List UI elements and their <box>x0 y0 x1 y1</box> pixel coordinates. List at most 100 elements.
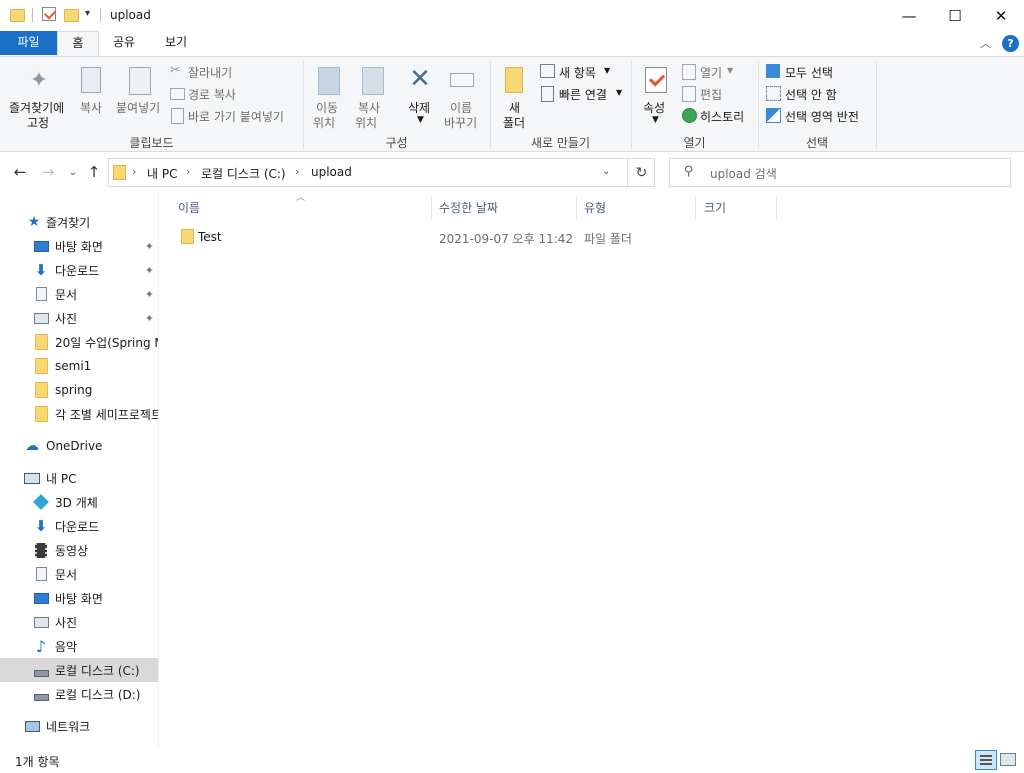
document-icon <box>33 566 49 582</box>
copy-path-button[interactable]: 경로 복사 <box>170 85 290 103</box>
breadcrumb-this-pc[interactable]: 내 PC <box>147 165 177 182</box>
column-header-name[interactable]: 이름 <box>178 196 428 220</box>
sidebar-item-quick-access[interactable]: ★ 즐겨찾기 <box>0 210 158 234</box>
collapse-ribbon-icon[interactable]: ︿ <box>980 35 991 51</box>
sidebar-item-documents[interactable]: 문서 ✦ <box>0 282 158 306</box>
delete-button[interactable]: ✕ 삭제 ▼ <box>400 63 440 131</box>
sidebar-item-videos[interactable]: 동영상 <box>0 538 158 562</box>
sidebar-item-documents[interactable]: 문서 <box>0 562 158 586</box>
new-folder-quick-icon[interactable] <box>64 9 79 22</box>
maximize-button[interactable]: ☐ <box>932 0 978 31</box>
sidebar-item-onedrive[interactable]: ☁ OneDrive <box>0 434 158 458</box>
file-row[interactable]: Test 2021-09-07 오후 11:42 파일 폴더 <box>170 226 780 248</box>
column-divider[interactable] <box>576 196 577 220</box>
sidebar-item-downloads[interactable]: ⬇ 다운로드 ✦ <box>0 258 158 282</box>
copy-to-button[interactable]: 복사 위치 <box>350 63 392 131</box>
sidebar-item-3d-objects[interactable]: 3D 개체 <box>0 490 158 514</box>
sidebar-item-local-disk-c[interactable]: 로컬 디스크 (C:) <box>0 658 158 682</box>
select-none-icon <box>766 86 781 101</box>
folder-icon <box>10 9 25 22</box>
sidebar-item-music[interactable]: ♪ 음악 <box>0 634 158 658</box>
copy-to-icon <box>362 67 384 95</box>
edit-label: 편집 <box>700 88 723 102</box>
select-none-button[interactable]: 선택 안 함 <box>766 85 870 103</box>
back-arrow-icon[interactable]: ← <box>9 152 31 192</box>
move-to-button[interactable]: 이동 위치 <box>308 63 346 131</box>
help-icon[interactable]: ? <box>1002 35 1019 52</box>
new-folder-icon <box>505 67 523 93</box>
search-field[interactable]: ⚲ upload 검색 <box>669 158 1011 187</box>
rename-button[interactable]: 이름 바꾸기 <box>442 63 482 131</box>
edit-button[interactable]: 편집 <box>682 85 752 103</box>
drive-icon <box>33 662 49 678</box>
edit-icon <box>682 86 696 102</box>
open-label: 열기 <box>700 66 723 80</box>
sidebar-item-label: 네트워크 <box>46 719 91 734</box>
folder-icon <box>33 382 49 398</box>
new-item-button[interactable]: 새 항목 ▼ <box>540 63 626 81</box>
large-icons-view-icon[interactable] <box>1000 753 1016 766</box>
sidebar-item-pictures[interactable]: 사진 ✦ <box>0 306 158 330</box>
easy-access-button[interactable]: 빠른 연결 ▼ <box>540 85 626 103</box>
sidebar-item-folder[interactable]: spring <box>0 378 158 402</box>
column-header-modified[interactable]: 수정한 날짜 <box>439 196 569 220</box>
clipboard-icon <box>129 67 151 95</box>
rename-label-2: 바꾸기 <box>444 116 478 130</box>
sidebar-item-label: 바탕 화면 <box>55 591 103 606</box>
chevron-down-icon: ▼ <box>616 88 623 97</box>
column-header-type[interactable]: 유형 <box>584 196 684 220</box>
tab-home[interactable]: 홈 <box>57 31 99 56</box>
up-arrow-icon[interactable]: ↑ <box>83 152 105 192</box>
sidebar-item-pictures[interactable]: 사진 <box>0 610 158 634</box>
copy-button[interactable]: 복사 <box>76 63 110 131</box>
sidebar-item-label: 로컬 디스크 (C:) <box>55 663 140 678</box>
sidebar-item-folder[interactable]: 20일 수업(Spring MVC) <box>0 330 158 354</box>
sidebar-item-desktop[interactable]: 바탕 화면 <box>0 586 158 610</box>
column-header-size[interactable]: 크기 <box>704 196 774 220</box>
details-view-icon[interactable] <box>975 750 997 770</box>
tab-share[interactable]: 공유 <box>100 31 148 55</box>
sidebar-item-desktop[interactable]: 바탕 화면 ✦ <box>0 234 158 258</box>
refresh-icon[interactable]: ↻ <box>627 158 655 187</box>
forward-arrow-icon[interactable]: → <box>37 152 59 192</box>
address-history-icon[interactable]: ⌄ <box>602 166 610 177</box>
sidebar-item-label: 문서 <box>55 287 78 302</box>
address-bar[interactable]: › 내 PC › 로컬 디스크 (C:) › upload ⌄ <box>108 158 655 187</box>
properties-label: 속성 <box>643 101 666 115</box>
sidebar-item-folder[interactable]: 각 조별 세미프로젝트 <box>0 402 158 426</box>
drive-icon <box>33 686 49 702</box>
pin-to-quick-access-button[interactable]: ✦ 즐겨찾기에 고정 <box>6 63 72 131</box>
tab-view[interactable]: 보기 <box>152 31 200 55</box>
sidebar-item-this-pc[interactable]: 내 PC <box>0 466 158 490</box>
select-all-button[interactable]: 모두 선택 <box>766 63 870 81</box>
open-button[interactable]: 열기 ▼ <box>682 63 752 81</box>
tab-file[interactable]: 파일 <box>0 31 57 55</box>
column-divider[interactable] <box>431 196 432 220</box>
new-folder-button[interactable]: 새 폴더 <box>496 63 532 131</box>
sidebar-item-network[interactable]: 네트워크 <box>0 714 158 738</box>
column-divider[interactable] <box>776 196 777 220</box>
recent-locations-icon[interactable]: ⌄ <box>62 152 84 192</box>
properties-button[interactable]: 속성 ▼ <box>638 63 674 131</box>
minimize-button[interactable]: — <box>886 0 932 31</box>
clipboard-group-label: 클립보드 <box>129 136 174 150</box>
customize-quick-access-icon[interactable]: ▾ <box>85 8 90 19</box>
breadcrumb-upload[interactable]: upload <box>311 165 352 179</box>
sidebar-item-local-disk-d[interactable]: 로컬 디스크 (D:) <box>0 682 158 706</box>
paste-button[interactable]: 붙여넣기 <box>114 63 164 131</box>
breadcrumb-local-disk[interactable]: 로컬 디스크 (C:) <box>201 165 286 182</box>
divider <box>100 8 101 22</box>
sidebar-item-downloads[interactable]: ⬇ 다운로드 <box>0 514 158 538</box>
desktop-icon <box>33 238 49 254</box>
move-to-label-2: 위치 <box>313 116 336 130</box>
history-button[interactable]: 히스토리 <box>682 107 752 125</box>
cut-button[interactable]: ✂ 잘라내기 <box>170 63 290 81</box>
properties-quick-icon[interactable] <box>42 7 57 21</box>
close-button[interactable]: ✕ <box>978 0 1024 31</box>
group-divider <box>876 61 877 149</box>
title-bar: ▾ upload — ☐ ✕ <box>0 0 1024 31</box>
sidebar-item-folder[interactable]: semi1 <box>0 354 158 378</box>
paste-shortcut-button[interactable]: 바로 가기 붙여넣기 <box>170 107 296 125</box>
column-divider[interactable] <box>695 196 696 220</box>
invert-selection-button[interactable]: 선택 영역 반전 <box>766 107 870 125</box>
